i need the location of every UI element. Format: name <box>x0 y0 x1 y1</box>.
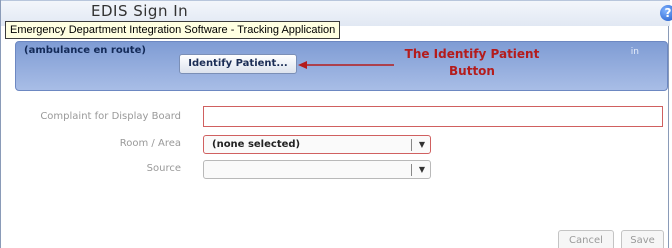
source-label: Source <box>146 163 181 174</box>
patient-status-text: (ambulance en route) <box>24 45 146 56</box>
identify-patient-button[interactable]: Identify Patient... <box>179 54 297 74</box>
chevron-down-icon[interactable]: ▼ <box>419 136 425 153</box>
patient-header-band: (ambulance en route) in Identify Patient… <box>15 41 668 91</box>
source-select[interactable]: ▼ <box>203 160 431 179</box>
room-area-select[interactable]: (none selected) ▼ <box>203 135 431 154</box>
annotation-callout: The Identify Patient Button <box>392 46 552 80</box>
window-title: EDIS Sign In <box>91 2 189 20</box>
chevron-down-icon[interactable]: ▼ <box>419 161 425 178</box>
select-divider <box>411 164 412 176</box>
annotation-line-1: The Identify Patient <box>404 47 540 61</box>
edis-sign-in-window: EDIS Sign In ? Emergency Department Inte… <box>0 0 672 248</box>
complaint-input[interactable] <box>203 106 663 127</box>
header-right-text: in <box>630 47 639 57</box>
complaint-label: Complaint for Display Board <box>40 111 181 122</box>
cancel-button[interactable]: Cancel <box>558 230 614 248</box>
save-button[interactable]: Save <box>621 230 664 248</box>
title-tooltip: Emergency Department Integration Softwar… <box>5 21 341 39</box>
room-area-value: (none selected) <box>212 139 301 150</box>
annotation-line-2: Button <box>449 64 495 78</box>
arrow-left-icon <box>298 61 394 69</box>
help-icon[interactable]: ? <box>660 5 672 21</box>
select-divider <box>411 139 412 151</box>
room-area-label: Room / Area <box>119 138 181 149</box>
